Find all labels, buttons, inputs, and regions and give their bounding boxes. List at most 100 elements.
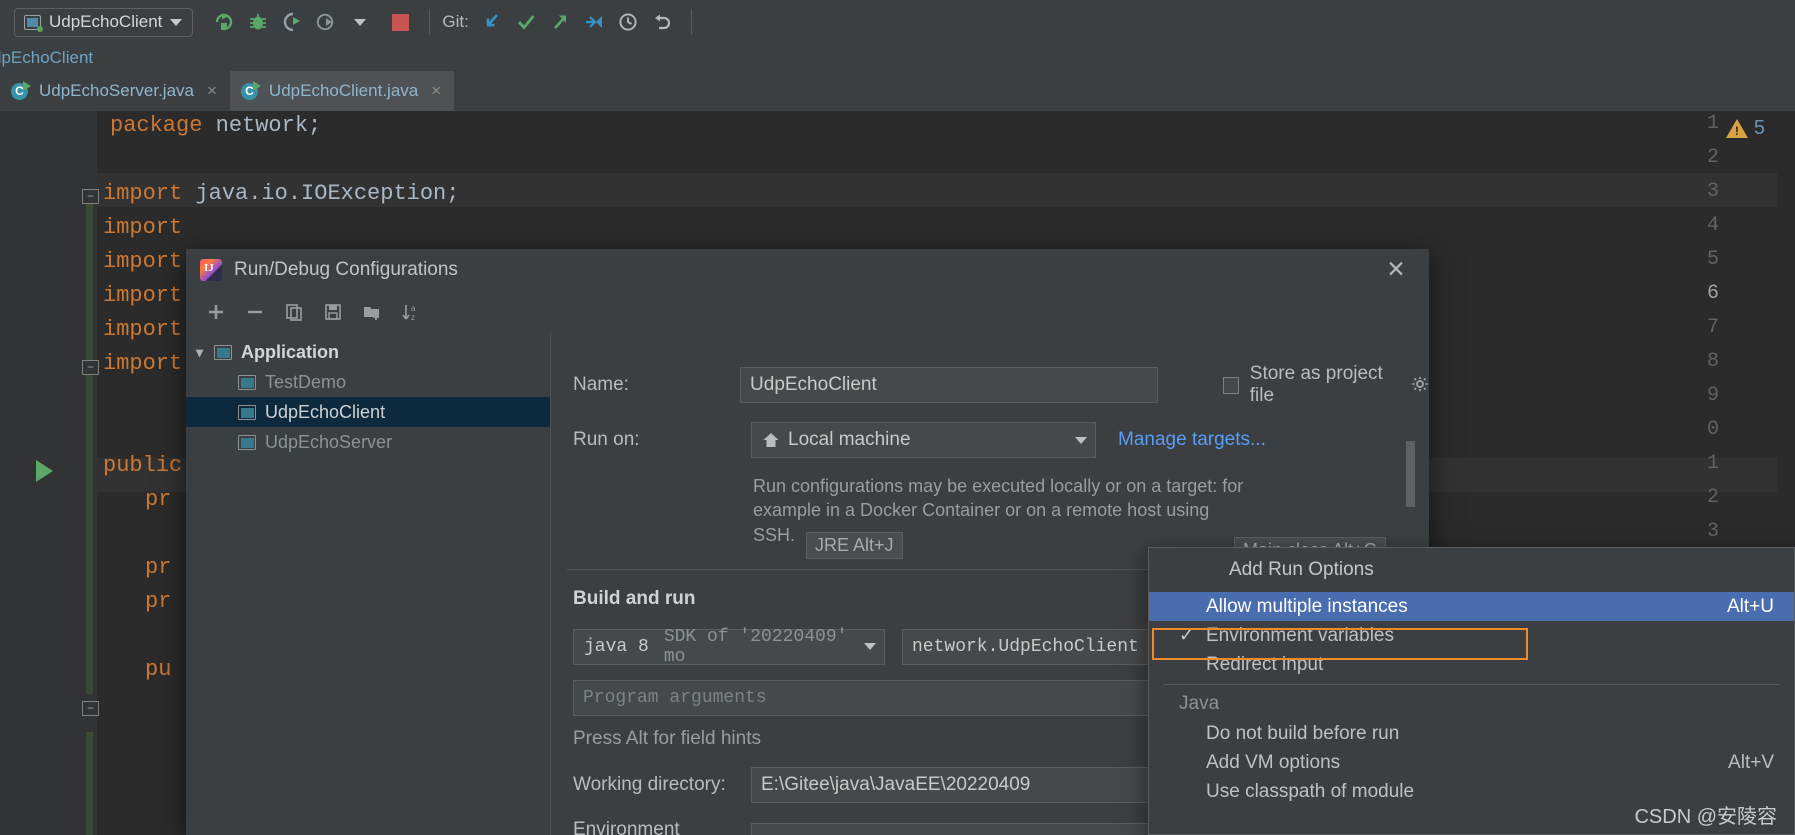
application-config-icon [238,434,256,450]
working-directory-label: Working directory: [573,773,726,795]
move-into-folder-button[interactable] [352,295,391,329]
dialog-title-bar: Run/Debug Configurations ✕ [186,249,1429,291]
git-update-project-button[interactable] [475,4,509,40]
vcs-change-marker-2 [86,732,93,835]
close-icon[interactable]: × [207,81,217,101]
profiler-icon [317,13,334,31]
close-icon[interactable]: × [431,81,441,101]
line-number: 0 [1706,418,1719,441]
git-commit-button[interactable] [509,4,543,40]
git-merge-button[interactable] [577,4,611,40]
tree-item-udpechoclient[interactable]: UdpEchoClient [186,397,550,427]
tree-item-testdemo[interactable]: TestDemo [186,367,550,397]
menu-item-environment-variables[interactable]: ✓ Environment variables [1149,621,1794,650]
menu-item-redirect-input[interactable]: Redirect input [1149,650,1794,679]
minus-icon [247,310,262,314]
configurations-tree[interactable]: ▾ Application TestDemo UdpEchoClient Udp… [186,333,551,835]
code-fold-collapse-icon-2[interactable]: − [82,701,99,716]
code-fold-collapse-icon[interactable]: − [82,189,99,204]
menu-item-accelerator: Alt+V [1728,751,1774,773]
add-configuration-button[interactable] [196,295,235,329]
copy-configuration-button[interactable] [274,295,313,329]
jre-hint: JRE Alt+J [806,532,903,559]
application-config-icon [24,14,43,32]
git-label: Git: [442,12,469,31]
warning-triangle-icon [1725,119,1748,138]
remove-configuration-button[interactable] [235,295,274,329]
dialog-scrollbar-thumb[interactable] [1406,441,1415,507]
add-run-options-menu[interactable]: Add Run Options Allow multiple instances… [1148,547,1795,835]
profiler-button[interactable] [309,4,343,40]
line-number: 2 [1706,486,1719,509]
tree-group-label: Application [241,341,339,362]
gear-icon[interactable] [1411,376,1429,394]
line-number-current: 6 [1706,282,1719,305]
tree-item-label: TestDemo [265,371,347,392]
home-icon [763,433,779,447]
jre-combobox[interactable]: java 8 SDK of '20220409' mo [573,627,885,667]
line-number: 4 [1706,214,1719,237]
name-input[interactable]: UdpEchoClient [740,367,1158,403]
run-with-coverage-button[interactable] [275,4,309,40]
git-push-button[interactable] [543,4,577,40]
code-fold-end-icon[interactable]: − [82,360,99,375]
close-icon[interactable]: ✕ [1385,258,1407,281]
sort-configurations-button[interactable]: a z [391,295,430,329]
environment-variables-label: Environment variables: [573,818,680,835]
dialog-title: Run/Debug Configurations [234,259,458,280]
editor-tab-label: UdpEchoClient.java [268,81,419,100]
debug-button[interactable] [241,4,275,40]
chevron-down-icon[interactable]: ▾ [196,344,214,361]
save-icon [324,304,341,320]
editor-tab-bar: C UdpEchoServer.java × C UdpEchoClient.j… [0,71,1795,111]
menu-divider [1163,684,1780,685]
check-icon [517,15,535,30]
dialog-toolbar: a z [186,291,1429,333]
undo-arrow-icon [654,14,670,30]
tree-group-application[interactable]: ▾ Application [186,337,550,367]
run-configuration-selector[interactable]: UdpEchoClient [14,7,194,37]
run-configuration-name: UdpEchoClient [49,12,163,31]
debug-bug-icon [250,14,267,30]
breadcrumb-text: dpEchoClient [0,47,94,67]
copy-icon [285,304,302,321]
line-number: 3 [1706,520,1719,543]
run-gutter-arrow-icon[interactable] [36,460,53,482]
line-number: 7 [1706,316,1719,339]
menu-item-label: Redirect input [1206,653,1324,675]
coverage-icon [284,12,301,32]
svg-text:z: z [411,313,415,322]
manage-targets-link[interactable]: Manage targets... [1118,429,1266,451]
line-number: 1 [1706,452,1719,475]
stop-button[interactable] [383,4,417,40]
line-number: 3 [1706,180,1719,203]
save-configuration-button[interactable] [313,295,352,329]
git-rollback-button[interactable] [645,4,679,40]
menu-item-allow-multiple-instances[interactable]: Allow multiple instances Alt+U [1149,592,1794,621]
svg-text:a: a [411,304,416,313]
menu-item-label: Use classpath of module [1206,780,1415,802]
store-as-project-file-checkbox[interactable] [1222,376,1239,394]
git-history-button[interactable] [611,4,645,40]
editor-tab-udpechoclient[interactable]: C UdpEchoClient.java × [229,71,455,111]
editor-tab-udpechoserver[interactable]: C UdpEchoServer.java × [0,71,230,111]
menu-item-add-vm-options[interactable]: Add VM options Alt+V [1149,748,1794,777]
line-number: 8 [1706,350,1719,373]
menu-item-label: Environment variables [1206,624,1394,646]
tree-item-label: UdpEchoClient [265,401,386,422]
menu-item-label: Allow multiple instances [1206,595,1408,617]
run-button[interactable] [207,4,241,40]
line-number: 9 [1706,384,1719,407]
name-label: Name: [573,374,629,395]
tree-item-udpechoserver[interactable]: UdpEchoServer [186,427,550,457]
run-on-combobox[interactable]: Local machine [751,422,1096,458]
java-class-runnable-icon: C [11,80,31,101]
menu-item-do-not-build-before-run[interactable]: Do not build before run [1149,719,1794,748]
store-as-project-file-label: Store as project file [1249,363,1383,406]
profiler-dropdown-button[interactable] [343,4,377,40]
inspection-status[interactable]: 5 [1725,117,1765,140]
intellij-idea-logo [200,259,222,281]
menu-group-java: Java [1179,693,1220,714]
main-toolbar: UdpEchoClient Git: [0,0,1795,44]
check-icon: ✓ [1179,625,1195,645]
